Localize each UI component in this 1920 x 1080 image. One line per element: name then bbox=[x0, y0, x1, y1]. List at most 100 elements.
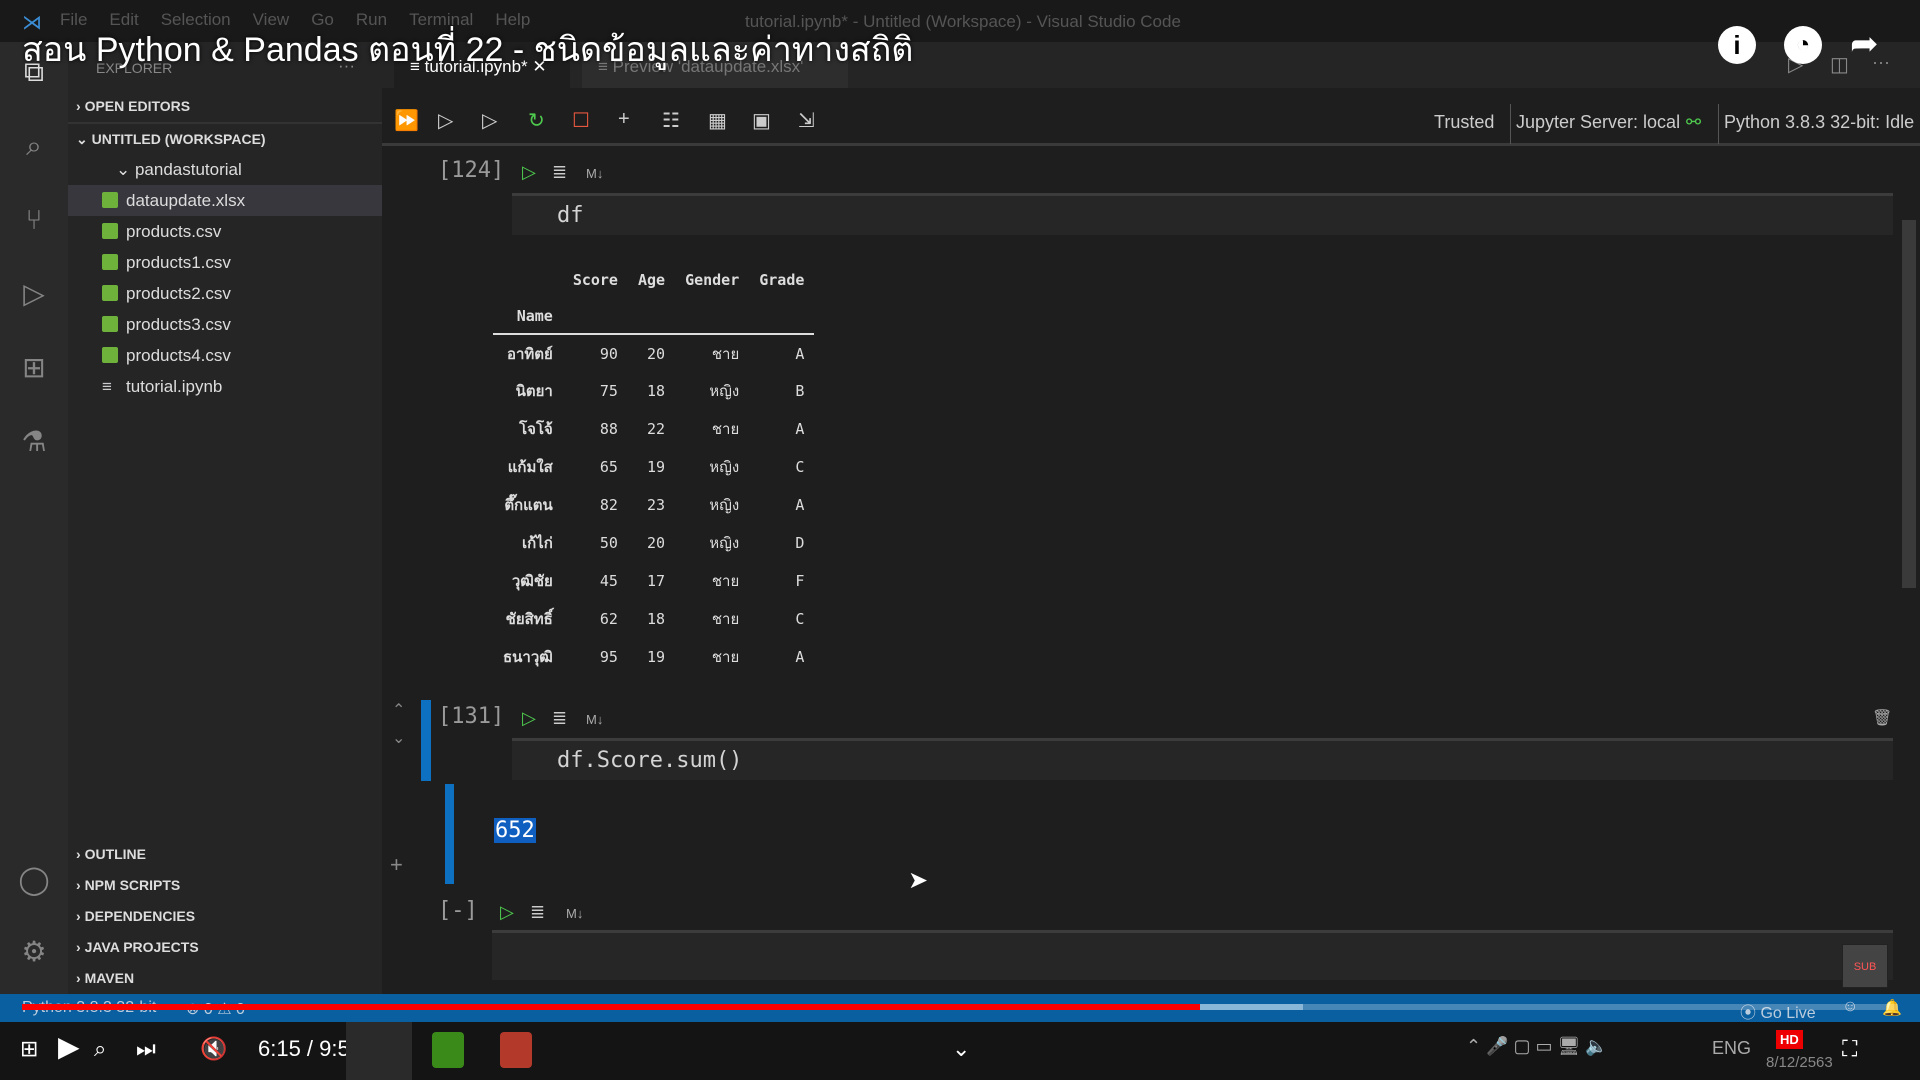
run-by-line-icon[interactable]: ≣ bbox=[552, 162, 567, 183]
gear-icon[interactable]: ⚙ bbox=[16, 934, 52, 970]
run-below-icon[interactable]: ▷ bbox=[482, 108, 497, 133]
maven-section[interactable]: › MAVEN bbox=[76, 970, 134, 986]
clear-outputs-icon[interactable]: ☷ bbox=[662, 108, 680, 133]
testing-icon[interactable]: ⚗ bbox=[16, 424, 52, 460]
search-icon[interactable]: ⌕ bbox=[16, 128, 52, 164]
file-item[interactable]: products3.csv bbox=[68, 309, 382, 340]
table-cell: ชาย bbox=[711, 344, 740, 363]
table-cell: 23 bbox=[647, 496, 666, 514]
app-red-icon[interactable] bbox=[500, 1032, 532, 1068]
interrupt-icon[interactable]: ☐ bbox=[572, 108, 590, 133]
folder-pandastutorial[interactable]: ⌄ pandastutorial bbox=[68, 154, 382, 185]
markdown-toggle[interactable]: M↓ bbox=[586, 166, 603, 181]
run-by-line-icon[interactable]: ≣ bbox=[552, 708, 567, 729]
extensions-icon[interactable]: ⊞ bbox=[16, 350, 52, 386]
vscode-task-icon[interactable] bbox=[346, 1022, 412, 1080]
search-icon[interactable]: ⌕ bbox=[94, 1036, 106, 1062]
add-cell-icon[interactable]: + bbox=[390, 852, 403, 878]
date: 8/12/2563 bbox=[1766, 1054, 1833, 1071]
explorer-sidebar: EXPLORER ··· › OPEN EDITORS ⌄ UNTITLED (… bbox=[68, 42, 382, 994]
dependencies-section[interactable]: › DEPENDENCIES bbox=[76, 908, 195, 924]
index-header: Name bbox=[516, 306, 553, 325]
language-indicator[interactable]: ENG bbox=[1712, 1038, 1751, 1059]
run-cell-icon[interactable]: ▷ bbox=[500, 902, 514, 923]
played-progress bbox=[22, 1004, 1201, 1010]
npm-scripts-section[interactable]: › NPM SCRIPTS bbox=[76, 877, 180, 893]
mouse-cursor-icon: ➤ bbox=[908, 867, 929, 894]
table-cell: 17 bbox=[647, 572, 666, 590]
move-down-icon[interactable]: ⌄ bbox=[392, 728, 405, 748]
account-icon[interactable]: ◯ bbox=[16, 862, 52, 898]
outline-section[interactable]: › OUTLINE bbox=[76, 846, 146, 862]
go-live-button[interactable]: ⦿ Go Live bbox=[1740, 999, 1816, 1023]
table-cell: A bbox=[795, 648, 805, 666]
code-cell-input[interactable]: df bbox=[512, 193, 1893, 235]
code-cell-input[interactable] bbox=[492, 930, 1893, 980]
folder-label: pandastutorial bbox=[134, 160, 242, 179]
run-above-icon[interactable]: ▷ bbox=[438, 108, 453, 133]
variables-icon[interactable]: ▦ bbox=[708, 108, 727, 133]
run-debug-icon[interactable]: ▷ bbox=[16, 276, 52, 312]
workspace-section[interactable]: ⌄ UNTITLED (WORKSPACE) bbox=[76, 131, 266, 148]
column-header: Gender bbox=[685, 271, 740, 289]
run-cell-icon[interactable]: ▷ bbox=[522, 162, 536, 183]
code-cell-input[interactable]: df.Score.sum() bbox=[512, 738, 1893, 780]
table-cell: 22 bbox=[647, 420, 666, 438]
hd-badge[interactable]: HD bbox=[1776, 1030, 1803, 1049]
row-index: ชัยสิทธิ์ bbox=[505, 610, 553, 628]
csv-icon bbox=[102, 285, 118, 301]
section-label: DEPENDENCIES bbox=[84, 908, 196, 924]
split-editor-icon[interactable]: ◫ bbox=[1830, 52, 1849, 77]
file-item[interactable]: products2.csv bbox=[68, 278, 382, 309]
windows-start-icon[interactable]: ⊞ bbox=[20, 1036, 38, 1062]
move-up-icon[interactable]: ⌃ bbox=[392, 700, 405, 720]
info-icon[interactable]: i bbox=[1718, 26, 1756, 64]
restart-icon[interactable]: ↻ bbox=[528, 108, 545, 133]
file-item[interactable]: ≡ tutorial.ipynb bbox=[68, 371, 382, 402]
markdown-toggle[interactable]: M↓ bbox=[566, 906, 583, 921]
add-cell-icon[interactable]: + bbox=[618, 108, 630, 131]
export-icon[interactable]: ⇲ bbox=[798, 108, 815, 133]
app-green-icon[interactable] bbox=[432, 1032, 464, 1068]
csv-icon bbox=[102, 223, 118, 239]
next-icon[interactable]: ⏭ bbox=[136, 1036, 156, 1062]
delete-cell-icon[interactable]: 🗑 bbox=[1872, 708, 1892, 728]
file-label: dataupdate.xlsx bbox=[126, 191, 246, 210]
play-icon[interactable]: ▶ bbox=[58, 1030, 80, 1063]
mute-icon[interactable]: 🔇 bbox=[200, 1036, 227, 1062]
tray-icons[interactable]: ⌃ 🎤 ▢ ▭ 🖥 🔈 bbox=[1466, 1036, 1608, 1057]
share-icon[interactable]: ➦ bbox=[1850, 24, 1879, 64]
run-cell-icon[interactable]: ▷ bbox=[522, 708, 536, 729]
file-item[interactable]: dataupdate.xlsx bbox=[68, 185, 382, 216]
file-item[interactable]: products1.csv bbox=[68, 247, 382, 278]
row-index: วุฒิชัย bbox=[511, 572, 553, 590]
table-row: อาทิตย์ 90 20 ชาย A bbox=[493, 334, 814, 372]
markdown-toggle[interactable]: M↓ bbox=[586, 712, 603, 727]
subscribe-icon[interactable]: SUB bbox=[1842, 944, 1888, 988]
table-cell: 95 bbox=[599, 648, 618, 666]
column-header: Grade bbox=[759, 271, 805, 289]
row-index: ตึ๊กแตน bbox=[504, 496, 553, 514]
video-title: สอน Python & Pandas ตอนที่ 22 - ชนิดข้อม… bbox=[22, 31, 914, 69]
section-label: NPM SCRIPTS bbox=[84, 877, 181, 893]
open-editors-label: OPEN EDITORS bbox=[84, 98, 191, 114]
save-icon[interactable]: ▣ bbox=[752, 108, 771, 133]
source-control-icon[interactable]: ⑂ bbox=[16, 202, 52, 238]
table-row: ตึ๊กแตน 82 23 หญิง A bbox=[493, 486, 814, 524]
file-label: products.csv bbox=[126, 222, 222, 241]
open-editors-section[interactable]: › OPEN EDITORS bbox=[76, 98, 190, 114]
trusted-status[interactable]: Trusted bbox=[1434, 112, 1494, 133]
scrollbar[interactable] bbox=[1902, 220, 1916, 588]
java-projects-section[interactable]: › JAVA PROJECTS bbox=[76, 939, 199, 955]
jupyter-server-status[interactable]: Jupyter Server: local bbox=[1516, 112, 1680, 133]
file-item[interactable]: products.csv bbox=[68, 216, 382, 247]
table-cell: 19 bbox=[647, 648, 666, 666]
kernel-status[interactable]: Python 3.8.3 32-bit: Idle bbox=[1724, 112, 1914, 133]
run-all-icon[interactable]: ⏩ bbox=[394, 108, 419, 133]
exit-fullscreen-icon[interactable]: ⛶ bbox=[1842, 1036, 1857, 1062]
file-item[interactable]: products4.csv bbox=[68, 340, 382, 371]
chevron-down-icon[interactable]: ⌄ bbox=[952, 1036, 970, 1062]
table-row: ธนาวุฒิ 95 19 ชาย A bbox=[493, 638, 814, 676]
run-by-line-icon[interactable]: ≣ bbox=[530, 902, 545, 923]
watch-later-icon[interactable]: ◔ bbox=[1784, 26, 1822, 64]
